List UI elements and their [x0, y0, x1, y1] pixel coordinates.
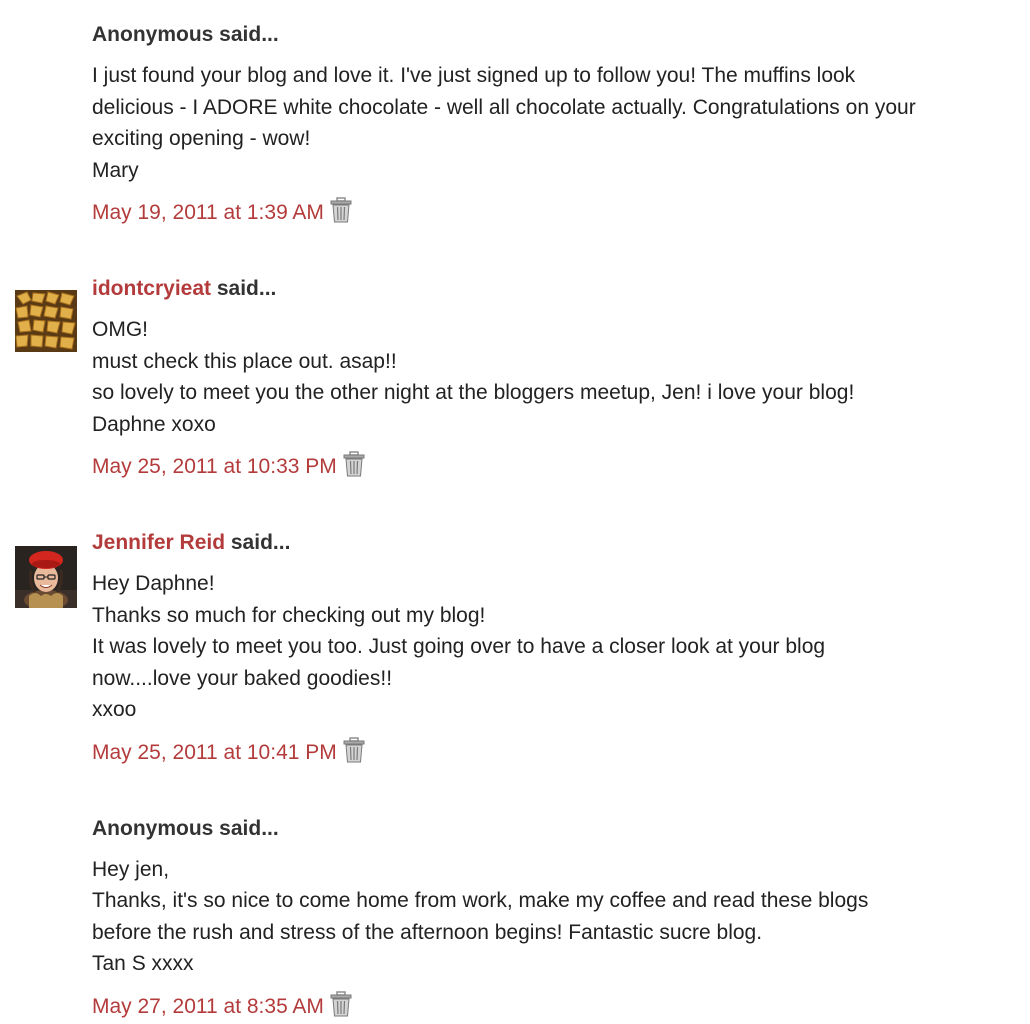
comment-author-line: idontcryieat said...	[92, 274, 990, 304]
comment-text-line: Hey jen,	[92, 857, 170, 881]
comment-timestamp-link[interactable]: May 19, 2011 at 1:39 AM	[92, 201, 324, 225]
comment-text-line: before the rush and stress of the aftern…	[92, 920, 763, 944]
said-label: said...	[213, 23, 279, 46]
comment-text-line: Tan S xxxx	[92, 952, 194, 975]
comment-text-line: exciting opening - wow!	[92, 127, 311, 150]
comment-list: Anonymous said... I just found your blog…	[0, 0, 1030, 1024]
comment-text-line: Mary	[92, 158, 139, 182]
comment-text-line: now....love your baked goodies!!	[92, 666, 393, 690]
comment: Anonymous said... I just found your blog…	[0, 20, 1030, 230]
comment-author: Anonymous	[92, 23, 214, 46]
comment-body: I just found your blog and love it. I've…	[92, 60, 990, 186]
comment-author-link[interactable]: idontcryieat	[92, 277, 211, 300]
comment-text-line: Hey Daphne!	[92, 572, 215, 595]
comment-timestamp-link[interactable]: May 25, 2011 at 10:33 PM	[92, 455, 337, 479]
comment-author-line: Jennifer Reid said...	[92, 528, 990, 558]
comment-text-line: so lovely to meet you the other night at…	[92, 381, 855, 404]
trash-icon[interactable]	[330, 990, 352, 1017]
comment-text-line: must check this place out. asap!!	[92, 349, 397, 373]
comment-author-link[interactable]: Jennifer Reid	[92, 531, 225, 554]
comment-author-line: Anonymous said...	[92, 814, 990, 844]
portrait-avatar[interactable]	[15, 546, 77, 608]
said-label: said...	[213, 816, 279, 840]
said-label: said...	[211, 277, 277, 300]
comment-text-line: xxoo	[92, 698, 137, 721]
comment-text-line: Thanks so much for checking out my blog!	[92, 603, 486, 627]
comment-timestamp-link[interactable]: May 25, 2011 at 10:41 PM	[92, 741, 337, 765]
comment-footer: May 19, 2011 at 1:39 AM	[92, 196, 990, 230]
comment-text-line: Thanks, it's so nice to come home from w…	[92, 889, 869, 912]
comment-timestamp-link[interactable]: May 27, 2011 at 8:35 AM	[92, 995, 324, 1019]
said-label: said...	[225, 531, 291, 554]
comment: idontcryieat said... OMG! must check thi…	[0, 274, 1030, 484]
trash-icon[interactable]	[330, 197, 352, 223]
comment-text-line: It was lovely to meet you too. Just goin…	[92, 635, 826, 658]
comment-body: Hey jen, Thanks, it's so nice to come ho…	[92, 854, 990, 980]
trash-icon[interactable]	[343, 736, 365, 763]
comment-body: OMG! must check this place out. asap!! s…	[92, 314, 990, 440]
comment: Anonymous said... Hey jen, Thanks, it's …	[0, 814, 1030, 1024]
comment-author: Anonymous	[92, 816, 214, 840]
comment-text-line: OMG!	[92, 318, 148, 341]
comment-text-line: delicious - I ADORE white chocolate - we…	[92, 95, 916, 119]
comment-author-line: Anonymous said...	[92, 20, 990, 50]
comment-text-line: I just found your blog and love it. I've…	[92, 64, 856, 87]
comment-footer: May 25, 2011 at 10:33 PM	[92, 450, 990, 484]
comment: Jennifer Reid said... Hey Daphne! Thanks…	[0, 528, 1030, 770]
cookies-avatar[interactable]	[15, 290, 77, 352]
comment-footer: May 25, 2011 at 10:41 PM	[92, 736, 990, 770]
comment-footer: May 27, 2011 at 8:35 AM	[92, 990, 990, 1024]
comment-text-line: Daphne xoxo	[92, 412, 216, 436]
comment-body: Hey Daphne! Thanks so much for checking …	[92, 568, 990, 726]
trash-icon[interactable]	[343, 451, 365, 477]
